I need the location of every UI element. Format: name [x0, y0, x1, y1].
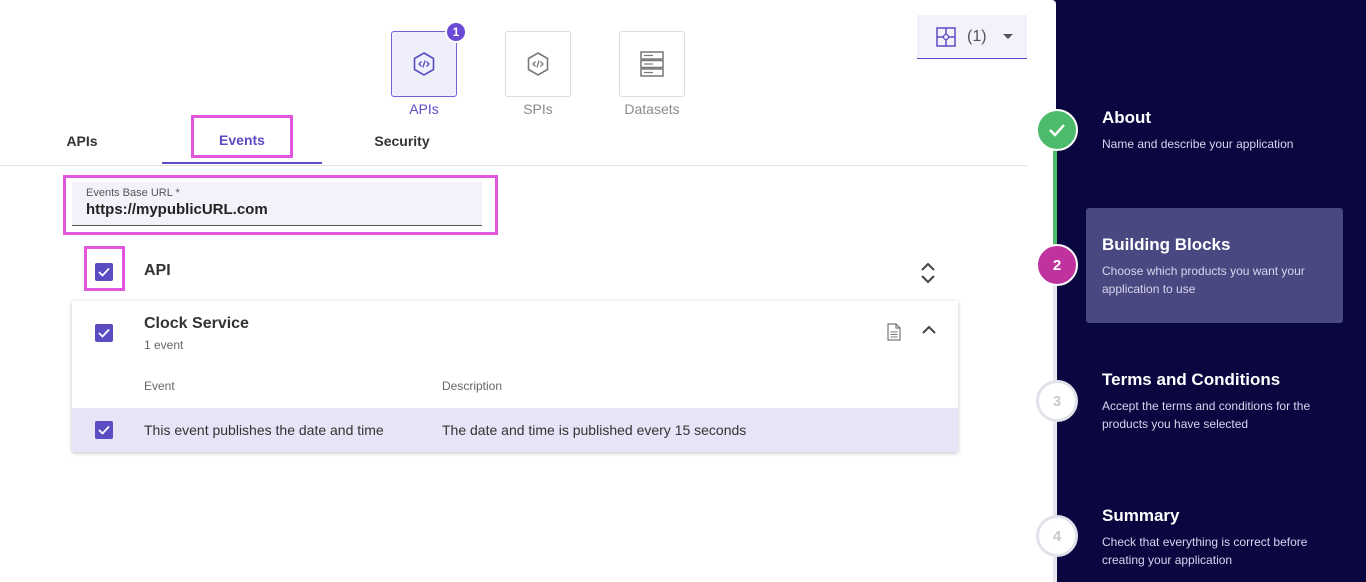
- tab-security[interactable]: Security: [342, 118, 462, 164]
- step-4-description: Check that everything is correct before …: [1102, 535, 1308, 567]
- events-tab-highlight: [191, 115, 293, 158]
- puzzle-icon: [936, 26, 956, 47]
- step-2-number[interactable]: 2: [1036, 244, 1078, 286]
- service-event-count: 1 event: [144, 338, 184, 352]
- step-3-number[interactable]: 3: [1036, 380, 1078, 422]
- step-4-title: Summary: [1102, 506, 1180, 525]
- step-3-title: Terms and Conditions: [1102, 370, 1281, 389]
- apis-type-label: APIs: [409, 101, 439, 117]
- step-1-title: About: [1102, 108, 1152, 127]
- apis-type-card[interactable]: [391, 31, 457, 97]
- expand-collapse-icon[interactable]: [920, 262, 936, 284]
- event-row-checkbox[interactable]: [95, 421, 113, 439]
- step-2-description: Choose which products you want your appl…: [1102, 264, 1305, 296]
- step-1-complete[interactable]: [1036, 109, 1078, 151]
- check-icon: [98, 425, 110, 435]
- step-1-description: Name and describe your application: [1102, 137, 1294, 151]
- chevron-down-icon: [1002, 34, 1013, 39]
- check-icon: [1049, 124, 1065, 137]
- document-icon[interactable]: [887, 323, 901, 341]
- dropdown-count: (1): [967, 27, 987, 45]
- datasets-type-label: Datasets: [624, 101, 680, 117]
- service-name: Clock Service: [144, 315, 249, 332]
- clock-service-card: Clock Service 1 event Event Description …: [72, 301, 958, 452]
- check-icon: [98, 328, 110, 338]
- clock-service-checkbox[interactable]: [95, 324, 113, 342]
- description-column-header: Description: [442, 379, 503, 393]
- tab-apis[interactable]: APIs: [22, 118, 142, 164]
- building-block-dropdown[interactable]: (1): [917, 15, 1027, 59]
- apis-count-badge: 1: [445, 21, 467, 43]
- chevron-up-icon[interactable]: [922, 325, 936, 335]
- step-4-number[interactable]: 4: [1036, 515, 1078, 557]
- datasets-type-card[interactable]: [619, 31, 685, 97]
- event-description-cell: The date and time is published every 15 …: [442, 422, 747, 438]
- spis-type-card[interactable]: [505, 31, 571, 97]
- table-row[interactable]: This event publishes the date and time T…: [72, 408, 958, 452]
- spis-type-label: SPIs: [523, 101, 553, 117]
- api-icon: [413, 52, 435, 76]
- url-field-highlight: [63, 175, 498, 235]
- event-column-header: Event: [144, 379, 175, 393]
- tabs-divider: [0, 165, 1027, 166]
- api-checkbox-highlight: [84, 246, 125, 291]
- database-icon: [640, 51, 664, 77]
- event-name-cell: This event publishes the date and time: [144, 422, 384, 438]
- step-3-description: Accept the terms and conditions for the …: [1102, 399, 1311, 431]
- api-group-label: API: [144, 262, 171, 279]
- step-2-title: Building Blocks: [1102, 235, 1231, 254]
- spi-icon: [527, 52, 549, 76]
